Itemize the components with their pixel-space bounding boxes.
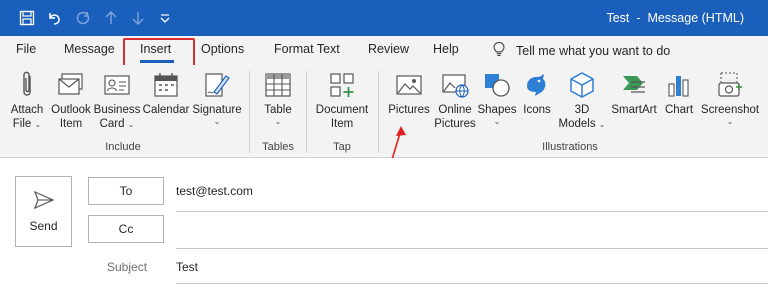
send-button[interactable]: Send: [15, 176, 72, 247]
subject-label: Subject: [107, 260, 148, 274]
send-paper-plane-icon: [33, 190, 55, 213]
subject-field[interactable]: Test: [176, 260, 198, 274]
to-field-underline: [176, 211, 768, 212]
cc-field-underline: [176, 248, 768, 249]
subject-field-underline: [176, 283, 768, 284]
cc-button[interactable]: Cc: [88, 215, 164, 243]
to-field[interactable]: test@test.com: [176, 184, 253, 198]
cc-field[interactable]: [176, 222, 756, 238]
to-button[interactable]: To: [88, 177, 164, 205]
